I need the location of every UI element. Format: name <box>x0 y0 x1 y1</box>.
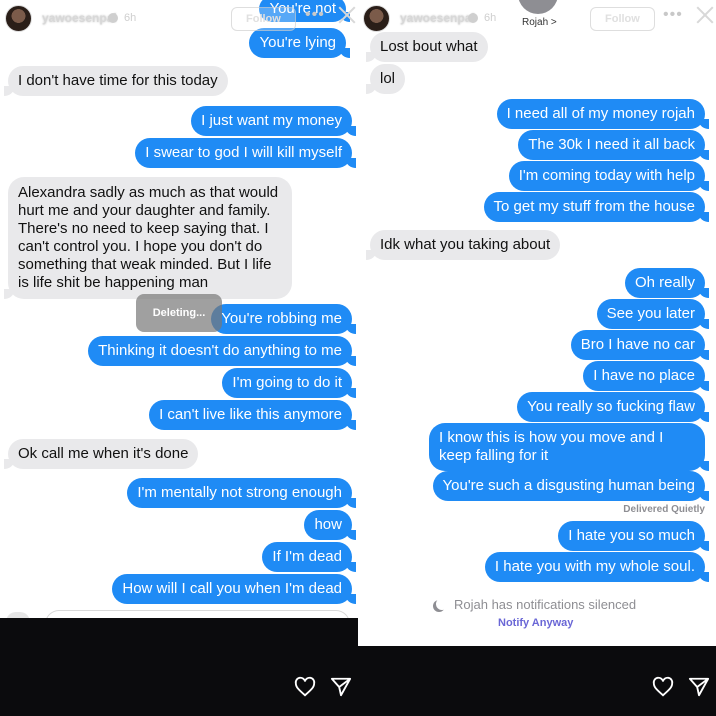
story-panel-right: Rojah > Lost bout what lol I need all of… <box>358 0 716 716</box>
message-text: I have no place <box>593 367 695 384</box>
message-bubble: I don't have time for this today <box>4 66 228 96</box>
more-icon[interactable]: ••• <box>663 6 683 24</box>
message-bubble: Oh really <box>624 268 709 298</box>
message-bubble: Thinking it doesn't do anything to me <box>88 336 356 366</box>
message-text: Thinking it doesn't do anything to me <box>98 342 342 359</box>
message-text: How will I call you when I'm dead <box>122 580 342 597</box>
message-bubble: I have no place <box>583 361 709 391</box>
silenced-notice: Rojah has notifications silenced <box>436 597 636 612</box>
message-bubble: I need all of my money rojah <box>496 99 709 129</box>
username[interactable]: yawoesenpai <box>400 11 475 25</box>
message-bubble: To get my stuff from the house <box>483 192 709 222</box>
follow-button[interactable]: Follow <box>231 7 296 31</box>
message-bubble: Bro I have no car <box>570 330 709 360</box>
message-bubble: I just want my money <box>191 106 356 136</box>
message-text: Oh really <box>634 274 695 291</box>
message-bubble: The 30k I need it all back <box>518 130 709 160</box>
message-text: I hate you so much <box>568 527 695 544</box>
verified-icon <box>468 13 478 23</box>
message-bubble: I'm mentally not strong enough <box>127 478 356 508</box>
message-bubble: I'm going to do it <box>222 368 356 398</box>
message-text: The 30k I need it all back <box>528 136 695 153</box>
message-text: I need all of my money rojah <box>506 105 695 122</box>
message-text: I'm going to do it <box>232 374 342 391</box>
message-bubble: If I'm dead <box>262 542 356 572</box>
story-footer <box>0 646 358 716</box>
message-text: I'm coming today with help <box>518 167 695 184</box>
message-bubble: See you later <box>596 299 709 329</box>
message-bubble: How will I call you when I'm dead <box>112 574 356 604</box>
send-icon[interactable] <box>330 676 352 698</box>
story-header: yawoesenpai 6h Follow ••• <box>358 0 716 38</box>
message-text: If I'm dead <box>272 548 342 565</box>
time-ago: 6h <box>124 12 137 24</box>
message-text: I don't have time for this today <box>18 72 218 89</box>
message-text: I just want my money <box>201 112 342 129</box>
message-bubble: I know this is how you move and I keep f… <box>429 423 709 471</box>
more-icon[interactable]: ••• <box>305 6 325 24</box>
message-bubble: I hate you so much <box>558 521 709 551</box>
message-text: I swear to god I will kill myself <box>145 144 342 161</box>
chat-screenshot-right: Rojah > Lost bout what lol I need all of… <box>358 0 716 646</box>
message-bubble: I hate you with my whole soul. <box>484 552 709 582</box>
delivered-status: Delivered Quietly <box>623 504 705 515</box>
message-text: Ok call me when it's done <box>18 445 189 462</box>
heart-icon[interactable] <box>652 676 674 698</box>
message-text: I hate you with my whole soul. <box>494 558 695 575</box>
message-text: Lost bout what <box>380 38 478 55</box>
message-bubble: You're robbing me <box>211 304 356 334</box>
message-bubble: how <box>304 510 356 540</box>
deleting-overlay: Deleting... <box>136 294 222 332</box>
close-icon[interactable] <box>694 4 716 26</box>
message-bubble: Alexandra sadly as much as that would hu… <box>4 177 292 299</box>
chat-screenshot-left: You're not You're lying I don't have tim… <box>0 0 358 618</box>
message-input[interactable] <box>45 610 350 618</box>
time-ago: 6h <box>484 12 497 24</box>
message-text: Alexandra sadly as much as that would hu… <box>18 184 279 291</box>
message-text: lol <box>380 70 396 87</box>
message-bubble: I'm coming today with help <box>508 161 709 191</box>
heart-icon[interactable] <box>294 676 316 698</box>
message-text: I can't live like this anymore <box>159 406 342 423</box>
message-bubble: lol <box>366 64 406 94</box>
message-bubble: You're such a disgusting human being <box>432 471 709 501</box>
verified-icon <box>108 13 118 23</box>
message-text: You really so fucking flaw <box>527 398 695 415</box>
message-bubble: Ok call me when it's done <box>4 439 199 469</box>
message-text: how <box>314 516 342 533</box>
username[interactable]: yawoesenpai <box>42 11 117 25</box>
story-header: yawoesenpai 6h Follow ••• <box>0 0 358 38</box>
story-footer <box>358 646 716 716</box>
message-text: I'm mentally not strong enough <box>137 484 342 501</box>
avatar[interactable] <box>5 5 32 32</box>
message-text: You're robbing me <box>221 310 342 327</box>
send-icon[interactable] <box>688 676 710 698</box>
message-bubble: I swear to god I will kill myself <box>135 138 356 168</box>
story-panel-left: You're not You're lying I don't have tim… <box>0 0 358 716</box>
message-text: Idk what you taking about <box>380 236 551 253</box>
message-text: I know this is how you move and I keep f… <box>439 429 664 464</box>
message-text: See you later <box>606 305 695 322</box>
message-text: To get my stuff from the house <box>493 198 696 215</box>
message-bubble: Idk what you taking about <box>366 230 561 260</box>
close-icon[interactable] <box>336 4 358 26</box>
follow-button[interactable]: Follow <box>590 7 655 31</box>
message-text: Bro I have no car <box>580 336 695 353</box>
attach-button[interactable] <box>6 612 30 618</box>
moon-icon <box>436 598 448 610</box>
notify-anyway-link[interactable]: Notify Anyway <box>498 617 573 629</box>
silenced-text: Rojah has notifications silenced <box>454 597 637 612</box>
message-bubble: I can't live like this anymore <box>149 400 356 430</box>
avatar[interactable] <box>363 5 390 32</box>
message-text: You're such a disgusting human being <box>442 477 696 494</box>
message-bubble: You really so fucking flaw <box>517 392 709 422</box>
